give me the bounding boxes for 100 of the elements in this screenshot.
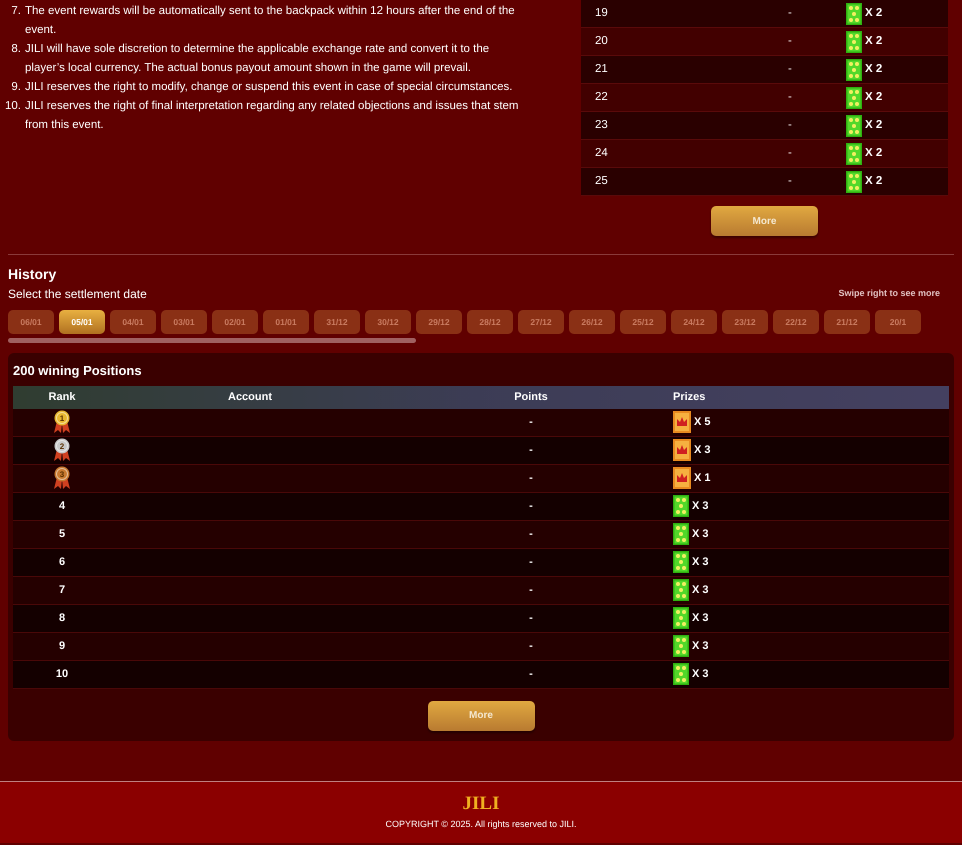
star-card-icon — [673, 635, 689, 657]
more-button[interactable]: More — [711, 206, 818, 236]
hint-text: Swipe right to see more — [838, 287, 940, 300]
points-cell: - — [788, 62, 792, 75]
more-button[interactable]: More — [428, 700, 534, 730]
star-card-icon — [673, 663, 689, 685]
star-card-icon — [846, 170, 862, 192]
star-card-icon — [673, 607, 689, 629]
crown-card-icon — [673, 411, 691, 433]
date-tab[interactable]: 30/12 — [365, 310, 411, 334]
prize-count: X 2 — [865, 34, 882, 49]
points-cell: - — [529, 500, 533, 512]
prize-count: X 2 — [865, 90, 882, 105]
star-card-icon — [673, 551, 689, 573]
date-tab[interactable]: 06/01 — [8, 310, 54, 334]
rule-text: JILI reserves the right of final interpretation regarding any related objections and issues that stem from this event. — [25, 99, 520, 133]
points-cell: - — [529, 556, 533, 568]
prize-count: X 3 — [692, 498, 709, 514]
prize-count: X 3 — [692, 610, 709, 626]
points-cell: - — [788, 174, 792, 187]
prize-count: X 3 — [694, 442, 711, 458]
list-number: 10. — [4, 99, 21, 114]
date-tab[interactable]: 24/12 — [671, 310, 717, 334]
rank-cell: 21 — [595, 62, 608, 75]
rank-cell: 25 — [595, 174, 608, 187]
points-cell: - — [529, 472, 533, 484]
date-tab[interactable]: 31/12 — [314, 310, 360, 334]
points-cell: - — [788, 90, 792, 103]
rank-cell-text: 5 — [58, 526, 66, 542]
date-tab[interactable]: 04/01 — [110, 310, 156, 334]
star-card-icon — [673, 523, 689, 545]
star-card-icon — [846, 30, 862, 52]
points-cell: - — [529, 444, 533, 456]
prize-count: X 2 — [865, 118, 882, 133]
rank-cell: 22 — [595, 90, 608, 103]
rank-cell-text: 4 — [58, 498, 66, 514]
rank-cell-text: 10 — [56, 666, 68, 682]
date-tab[interactable]: 01/01 — [263, 310, 309, 334]
points-cell: - — [788, 118, 792, 131]
prize-count: X 2 — [865, 62, 882, 77]
rank-cell: 24 — [595, 146, 608, 159]
rule-text: JILI reserves the right to modify, change or suspend this event in case of special circumstances. — [25, 80, 512, 95]
points-cell: - — [529, 612, 533, 624]
rank-cell-text: 9 — [58, 638, 66, 654]
column-header: Prizes — [673, 390, 706, 405]
date-tab[interactable]: 25/12 — [620, 310, 666, 334]
list-number: 8. — [10, 42, 21, 57]
date-tab[interactable]: 22/12 — [773, 310, 819, 334]
points-cell: - — [529, 668, 533, 680]
star-card-icon — [673, 579, 689, 601]
date-tab[interactable]: 23/12 — [722, 310, 768, 334]
points-cell: - — [529, 528, 533, 540]
points-cell: - — [788, 34, 792, 47]
date-tab[interactable]: 27/12 — [518, 310, 564, 334]
prize-count: X 2 — [865, 6, 882, 21]
star-card-icon — [846, 114, 862, 136]
rank-cell-text: 8 — [58, 610, 66, 626]
prize-count: X 3 — [692, 666, 709, 682]
rank-cell: 19 — [595, 6, 608, 19]
prize-count: X 3 — [692, 526, 709, 542]
column-header: Points — [514, 390, 548, 403]
rank-cell: 23 — [595, 118, 608, 131]
subtitle: Select the settlement date — [8, 286, 147, 303]
rank-cell-text: 7 — [58, 582, 66, 598]
date-tab[interactable]: 20/1 — [875, 310, 921, 334]
points-cell: - — [529, 584, 533, 596]
prize-count: X 3 — [692, 554, 709, 570]
prize-count: X 2 — [865, 146, 882, 161]
date-tab[interactable]: 26/12 — [569, 310, 615, 334]
points-cell: - — [529, 640, 533, 652]
prize-count: X 1 — [694, 470, 711, 486]
date-tab[interactable]: 03/01 — [161, 310, 207, 334]
prize-count: X 3 — [692, 638, 709, 654]
copyright-text: COPYRIGHT © 2025. All rights reserved to JILI. — [384, 818, 578, 831]
prize-count: X 3 — [692, 582, 709, 598]
logo: JILI — [462, 794, 500, 813]
points-cell: - — [788, 146, 792, 159]
panel-title: 200 wining Positions — [13, 362, 143, 380]
section-title: History — [8, 265, 58, 284]
list-number: 9. — [10, 80, 21, 95]
star-card-icon — [846, 58, 862, 80]
crown-card-icon — [673, 467, 691, 489]
prize-count: X 5 — [694, 414, 711, 430]
rank-cell: 20 — [595, 34, 608, 47]
star-card-icon — [846, 86, 862, 108]
date-tab[interactable]: 02/01 — [212, 310, 258, 334]
points-cell: - — [788, 6, 792, 19]
prize-count: X 2 — [865, 174, 882, 189]
date-tab[interactable]: 29/12 — [416, 310, 462, 334]
rule-text: The event rewards will be automatically sent to the backpack within 12 hours after the end of the event. — [25, 4, 516, 38]
rule-text: JILI will have sole discretion to determine the applicable exchange rate and convert it to the player’s local currency. The actual bonus payout amount shown in the game will prevail. — [25, 42, 490, 76]
date-tab[interactable]: 28/12 — [467, 310, 513, 334]
date-tab[interactable]: 21/12 — [824, 310, 870, 334]
star-card-icon — [846, 142, 862, 164]
points-cell: - — [529, 416, 533, 428]
date-tab[interactable]: 05/01 — [59, 310, 105, 334]
list-number: 7. — [10, 4, 21, 19]
star-card-icon — [846, 2, 862, 24]
star-card-icon — [673, 495, 689, 517]
rank-cell-text: 6 — [58, 554, 66, 570]
